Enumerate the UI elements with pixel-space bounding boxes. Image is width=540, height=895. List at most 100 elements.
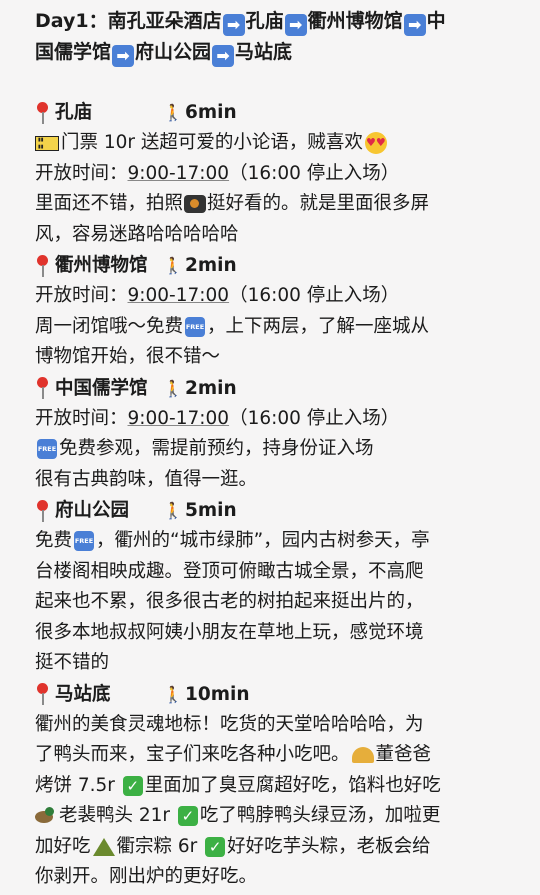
- text-line: 了鸭头而来，宝子们来吃各种小吃吧。 董爸爸: [35, 740, 518, 771]
- heart-eyes-icon: ♥♥: [364, 132, 387, 154]
- line-text: 加好吃: [35, 835, 91, 857]
- line-text: 好好吃芋头粽，老板会给: [227, 835, 431, 857]
- round-pushpin-icon: [35, 377, 49, 399]
- opening-hours: 开放时间：9:00-17:00（16:00 停止入场）: [35, 404, 518, 435]
- title-part: 国儒学馆: [35, 41, 112, 63]
- time-range: 9:00-17:00: [127, 162, 230, 184]
- line-text: 烤饼 7.5r: [35, 774, 121, 796]
- section-confucian-hall: 中国儒学馆 🚶 2min 开放时间：9:00-17:00（16:00 停止入场）…: [35, 373, 518, 496]
- line-text: 开放时间：: [35, 285, 128, 306]
- text-line: 烤饼 7.5r ✓ 里面加了臭豆腐超好吃，馅料也好吃: [35, 771, 518, 802]
- time-range: 9:00-17:00: [127, 285, 230, 306]
- right-arrow-icon: ➡: [222, 14, 245, 36]
- text-line: 很有古典韵味，值得一逛。: [35, 468, 258, 490]
- text-line: 博物馆开始，很不错～: [35, 346, 221, 367]
- text-line: 起来也不累，很多很古老的树拍起来挺出片的，: [35, 591, 424, 612]
- text-line: ▮▮ ▮▮ 门票 10r 送超可爱的小论语，贼喜欢 ♥♥: [35, 128, 518, 159]
- section-heading: 衢州博物馆 🚶 2min: [35, 250, 518, 281]
- check-icon: ✓: [177, 806, 198, 826]
- ticket-icon: ▮▮ ▮▮: [35, 135, 59, 151]
- section-heading: 中国儒学馆 🚶 2min: [35, 373, 518, 404]
- line-text: 免费: [35, 530, 73, 551]
- page-title: Day1：南孔亚朵酒店 ➡ 孔庙 ➡ 衢州博物馆 ➡ 中 国儒学馆 ➡ 府山公园 ➡ 马站底: [35, 6, 518, 68]
- line-text: 了鸭头而来，宝子们来吃各种小吃吧。: [35, 744, 350, 765]
- person-walking-icon: 🚶: [163, 378, 183, 398]
- line-text: 里面加了臭豆腐超好吃，馅料也好吃: [144, 774, 441, 796]
- title-part: 中: [426, 10, 446, 32]
- note-content: Day1：南孔亚朵酒店 ➡ 孔庙 ➡ 衢州博物馆 ➡ 中 国儒学馆 ➡ 府山公园 ➡ 马站底 孔庙 …: [0, 0, 540, 893]
- line-text: 门票 10r 送超可爱的小论语，贼喜欢: [61, 132, 363, 153]
- walk-time: 2min: [185, 377, 237, 399]
- section-heading: 马站底 🚶 10min: [35, 679, 518, 710]
- title-part: Day1：南孔亚朵酒店: [35, 10, 222, 32]
- free-icon: FREE: [37, 439, 57, 459]
- title-part: 孔庙: [245, 10, 284, 32]
- person-walking-icon: 🚶: [163, 256, 183, 275]
- line-text: （16:00 停止入场）: [229, 162, 400, 184]
- zongzi-icon: [92, 837, 115, 856]
- section-fushan-park: 府山公园 🚶 5min 免费 FREE ，衢州的“城市绿肺”，园内古树参天，亭 台楼…: [35, 495, 518, 679]
- text-line: 周一闭馆哦～免费 FREE ，上下两层，了解一座城从: [35, 312, 518, 343]
- round-pushpin-icon: [35, 683, 49, 705]
- walk-time: 10min: [185, 683, 250, 705]
- line-text: 老裴鸭头 21r: [59, 805, 176, 826]
- line-text: 董爸爸: [375, 744, 432, 765]
- person-walking-icon: 🚶: [163, 103, 183, 122]
- check-icon: ✓: [205, 836, 226, 857]
- place-name: 孔庙: [55, 102, 93, 123]
- free-icon: FREE: [74, 531, 95, 551]
- text-line: 老裴鸭头 21r ✓ 吃了鸭脖鸭头绿豆汤，加啦更: [35, 801, 518, 832]
- text-line: 加好吃 衢宗粽 6r ✓ 好好吃芋头粽，老板会给: [35, 832, 518, 863]
- text-line: 衢州的美食灵魂地标！吃货的天堂哈哈哈哈，为: [35, 713, 424, 735]
- right-arrow-icon: ➡: [403, 14, 426, 36]
- text-line: 很多本地叔叔阿姨小朋友在草地上玩，感觉环境: [35, 621, 424, 643]
- opening-hours: 开放时间：9:00-17:00（16:00 停止入场）: [35, 159, 518, 190]
- section-museum: 衢州博物馆 🚶 2min 开放时间：9:00-17:00（16:00 停止入场）…: [35, 250, 518, 373]
- text-line: 免费 FREE ，衢州的“城市绿肺”，园内古树参天，亭: [35, 526, 518, 557]
- line-text: （16:00 停止入场）: [229, 407, 400, 429]
- right-arrow-icon: ➡: [284, 14, 307, 36]
- line-text: 吃了鸭脖鸭头绿豆汤，加啦更: [199, 805, 441, 826]
- place-name: 中国儒学馆: [55, 377, 148, 399]
- line-text: ，衢州的“城市绿肺”，园内古树参天，亭: [96, 530, 430, 551]
- taco-icon: [351, 747, 374, 763]
- place-name: 马站底: [55, 683, 111, 705]
- right-arrow-icon: ➡: [212, 45, 235, 67]
- text-line: 里面还不错，拍照 挺好看的。就是里面很多屏: [35, 189, 518, 220]
- right-arrow-icon: ➡: [112, 45, 135, 67]
- text-line: 挺不错的: [35, 652, 110, 673]
- section-heading: 孔庙 🚶 6min: [35, 97, 518, 128]
- section-kongmiao: 孔庙 🚶 6min ▮▮ ▮▮ 门票 10r 送超可爱的小论语，贼喜欢 ♥♥ 开放时间…: [35, 97, 518, 250]
- round-pushpin-icon: [35, 254, 49, 277]
- line-text: 周一闭馆哦～免费: [35, 315, 184, 337]
- section-mazhandi: 马站底 🚶 10min 衢州的美食灵魂地标！吃货的天堂哈哈哈哈，为 了鸭头而来，…: [35, 679, 518, 893]
- walk-time: 2min: [185, 255, 237, 276]
- opening-hours: 开放时间：9:00-17:00（16:00 停止入场）: [35, 281, 518, 312]
- text-line: 你剥开。刚出炉的更好吃。: [35, 866, 258, 887]
- place-name: 衢州博物馆: [55, 255, 148, 276]
- text-line: FREE 免费参观，需提前预约，持身份证入场: [35, 434, 518, 465]
- line-text: （16:00 停止入场）: [229, 285, 400, 306]
- free-icon: FREE: [185, 316, 206, 337]
- line-text: 免费参观，需提前预约，持身份证入场: [59, 438, 374, 459]
- line-text: 开放时间：: [35, 407, 128, 429]
- title-part: 马站底: [235, 41, 293, 63]
- text-line: 风，容易迷路哈哈哈哈哈: [35, 223, 239, 245]
- line-text: 里面还不错，拍照: [35, 193, 184, 214]
- title-part: 衢州博物馆: [307, 10, 403, 32]
- person-walking-icon: 🚶: [163, 684, 183, 704]
- title-part: 府山公园: [135, 41, 212, 63]
- round-pushpin-icon: [35, 101, 49, 124]
- check-icon: ✓: [122, 775, 143, 796]
- duck-icon: [35, 807, 57, 825]
- walk-time: 5min: [185, 500, 237, 521]
- text-line: 台楼阁相映成趣。登顶可俯瞰古城全景，不高爬: [35, 560, 424, 582]
- walk-time: 6min: [185, 102, 237, 123]
- camera-icon: [184, 195, 207, 213]
- person-walking-icon: 🚶: [163, 501, 183, 520]
- section-heading: 府山公园 🚶 5min: [35, 495, 518, 526]
- line-text: 衢宗粽 6r: [116, 835, 204, 857]
- line-text: 挺好看的。就是里面很多屏: [207, 193, 430, 214]
- place-name: 府山公园: [55, 500, 130, 521]
- round-pushpin-icon: [35, 499, 49, 522]
